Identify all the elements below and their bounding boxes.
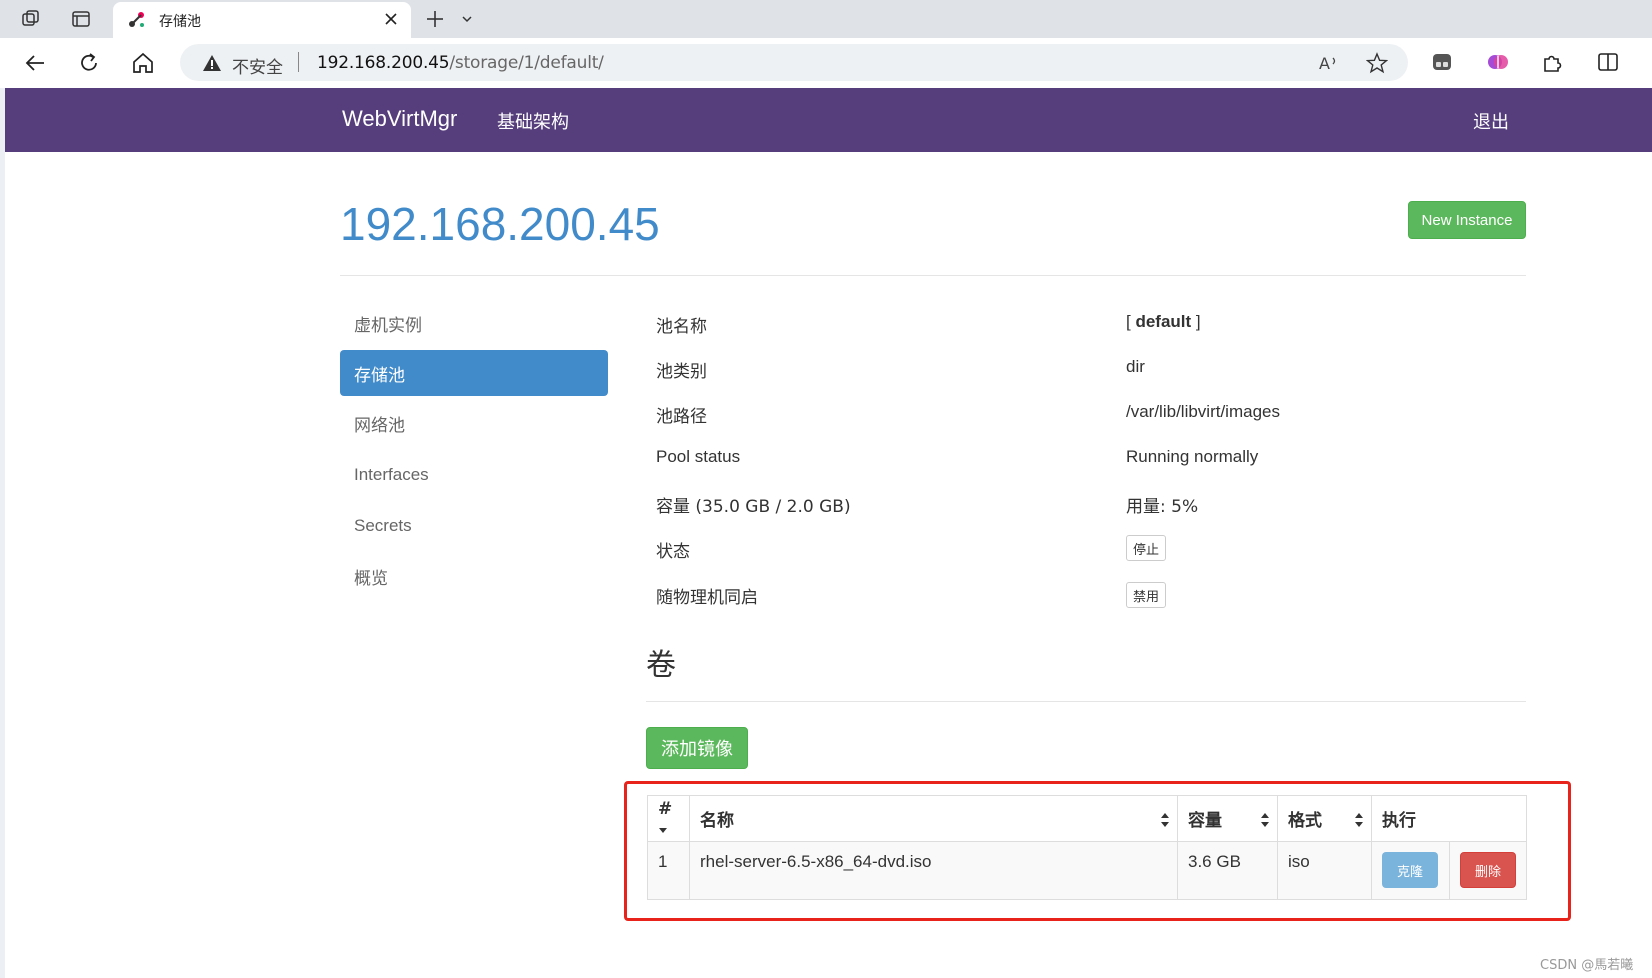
url-omnibox[interactable]: 不安全 192.168.200.45/storage/1/default/ A [180, 44, 1408, 81]
volume-size-cell: 3.6 GB [1177, 841, 1278, 900]
pool-path-value: /var/lib/libvirt/images [1126, 402, 1280, 421]
volumes-heading: 卷 [646, 648, 676, 683]
chevron-down-icon[interactable] [456, 8, 478, 30]
pool-autostart-label: 随物理机同启 [656, 588, 758, 608]
pool-name-label: 池名称 [656, 317, 707, 337]
pool-status-label: Pool status [656, 447, 741, 466]
warning-triangle-icon[interactable] [202, 53, 222, 73]
sidebar-item-instances[interactable]: 虚机实例 [340, 300, 608, 346]
disable-autostart-button[interactable]: 禁用 [1126, 582, 1167, 608]
nav-infrastructure-link[interactable]: 基础架构 [497, 108, 569, 134]
table-header-row: # 名称 容量 格式 执行 [647, 795, 1527, 842]
column-header-size-label: 容量 [1188, 811, 1222, 831]
tab-storage-pool[interactable]: 存储池 [113, 2, 411, 38]
column-header-actions: 执行 [1371, 795, 1527, 842]
back-arrow-icon[interactable] [22, 50, 48, 76]
sidebar-item-interfaces[interactable]: Interfaces [340, 452, 608, 498]
tab-actions-icon[interactable] [70, 8, 92, 30]
sidebar-item-storage-pool[interactable]: 存储池 [340, 350, 608, 396]
column-header-format[interactable]: 格式 [1277, 795, 1372, 842]
read-aloud-icon[interactable]: A [1318, 52, 1340, 74]
home-icon[interactable] [130, 50, 156, 76]
pool-state-label: 状态 [656, 542, 690, 562]
sidebar-item-network-pool[interactable]: 网络池 [340, 400, 608, 446]
sidebar-item-secrets[interactable]: Secrets [340, 503, 608, 549]
divider [646, 701, 1526, 702]
delete-volume-button[interactable]: 删除 [1460, 852, 1516, 888]
favorite-star-icon[interactable] [1365, 52, 1389, 74]
close-tab-icon[interactable] [381, 9, 401, 29]
extensions-app-icon[interactable] [1430, 50, 1454, 74]
brand-link[interactable]: WebVirtMgr [342, 106, 457, 132]
sort-icon [1261, 812, 1269, 827]
refresh-icon[interactable] [76, 50, 102, 76]
new-instance-button[interactable]: New Instance [1408, 201, 1526, 239]
security-label[interactable]: 不安全 [232, 53, 283, 78]
sort-icon [1161, 812, 1169, 827]
new-tab-icon[interactable] [424, 8, 446, 30]
copilot-brain-icon[interactable] [1486, 50, 1510, 74]
url-text[interactable]: 192.168.200.45/storage/1/default/ [317, 53, 604, 73]
pool-usage-value: 用量: 5% [1126, 497, 1199, 517]
pool-name-value: [ default ] [1126, 312, 1201, 332]
url-host: 192.168.200.45 [317, 53, 450, 73]
volume-name-cell: rhel-server-6.5-x86_64-dvd.iso [689, 841, 1178, 900]
divider [340, 275, 1526, 276]
column-header-name[interactable]: 名称 [689, 795, 1178, 842]
omnibox-divider [298, 52, 299, 72]
column-header-size[interactable]: 容量 [1177, 795, 1278, 842]
logout-link[interactable]: 退出 [1473, 108, 1509, 134]
pool-path-label: 池路径 [656, 407, 707, 427]
column-header-index-label: # [658, 798, 673, 819]
column-header-index[interactable]: # [647, 795, 690, 842]
table-row: 1 rhel-server-6.5-x86_64-dvd.iso 3.6 GB … [647, 841, 1527, 900]
browser-address-bar: 不安全 192.168.200.45/storage/1/default/ A [0, 38, 1652, 89]
column-header-format-label: 格式 [1288, 811, 1322, 831]
webvirtmgr-favicon-icon [127, 10, 147, 30]
volume-delete-cell: 删除 [1449, 841, 1527, 900]
column-header-actions-label: 执行 [1382, 811, 1416, 831]
stop-pool-button[interactable]: 停止 [1126, 535, 1167, 561]
volume-index-cell: 1 [647, 841, 690, 900]
clone-volume-button[interactable]: 克隆 [1382, 852, 1438, 888]
pool-name-bracket-close: ] [1191, 312, 1201, 331]
sidebar-item-overview[interactable]: 概览 [340, 553, 608, 599]
extensions-puzzle-icon[interactable] [1540, 50, 1564, 74]
pool-type-label: 池类别 [656, 362, 707, 382]
volume-format-cell: iso [1277, 841, 1372, 900]
workspaces-icon[interactable] [20, 8, 42, 30]
sort-icon [1355, 812, 1363, 827]
volume-clone-cell: 克隆 [1371, 841, 1450, 900]
page-left-edge [0, 88, 5, 978]
svg-text:A: A [1319, 54, 1330, 73]
pool-status-value: Running normally [1126, 447, 1259, 466]
volumes-table: # 名称 容量 格式 执行 1 rhel-server-6.5-x86_64-d… [647, 795, 1527, 900]
top-navbar: WebVirtMgr 基础架构 退出 [5, 88, 1652, 152]
browser-tab-bar: 存储池 [0, 0, 1652, 38]
pool-name-text: default [1135, 312, 1192, 331]
tab-title: 存储池 [159, 14, 201, 30]
add-image-button[interactable]: 添加镜像 [646, 727, 748, 769]
column-header-name-label: 名称 [700, 811, 734, 831]
url-path: /storage/1/default/ [449, 53, 604, 73]
split-screen-icon[interactable] [1596, 50, 1620, 74]
watermark-text: CSDN @馬若曦 [1540, 958, 1634, 973]
pool-capacity-label: 容量 (35.0 GB / 2.0 GB) [656, 497, 851, 517]
caret-down-icon [658, 819, 668, 839]
page-title: 192.168.200.45 [340, 198, 660, 250]
pool-type-value: dir [1126, 357, 1145, 376]
